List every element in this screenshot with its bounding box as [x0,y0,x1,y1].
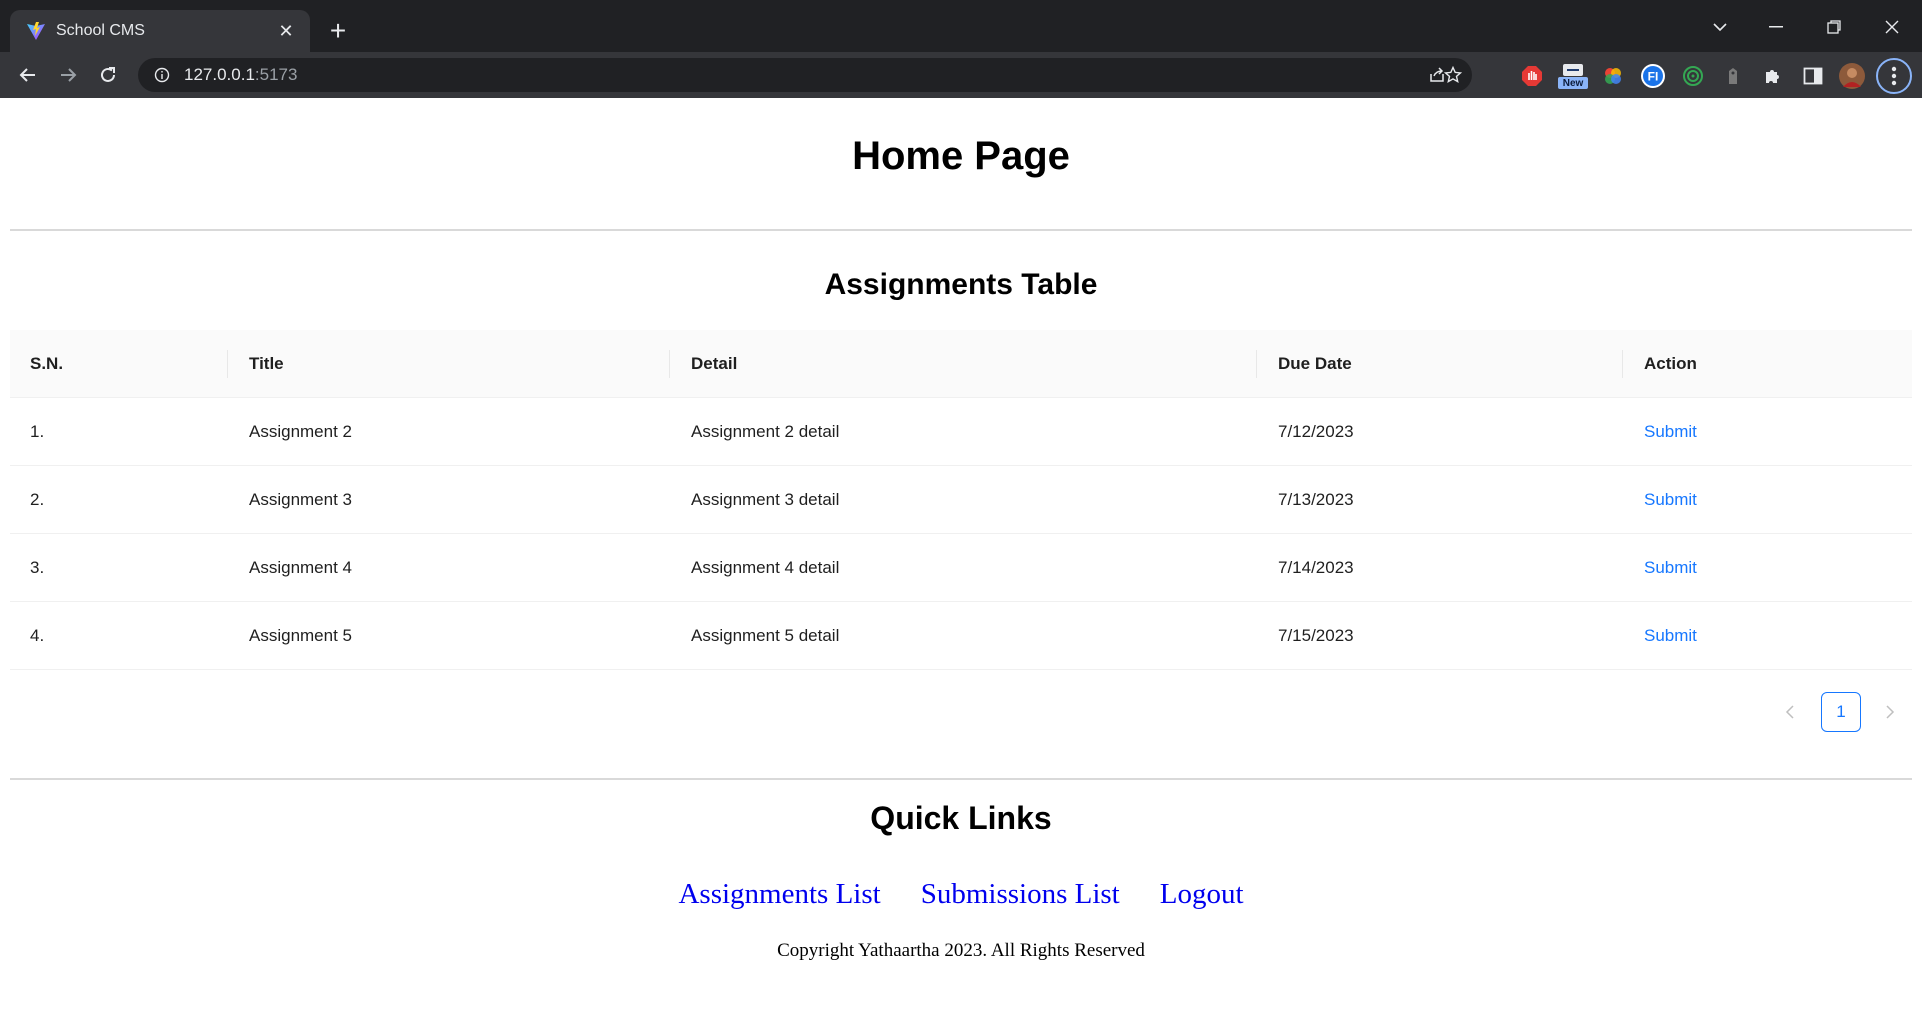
fi-extension-icon[interactable]: FI [1640,63,1666,89]
cell-sn: 1. [30,422,45,441]
cell-detail: Assignment 5 detail [691,626,840,645]
cell-detail: Assignment 3 detail [691,490,840,509]
restore-icon[interactable] [1814,12,1854,42]
page-number-button[interactable]: 1 [1821,692,1861,732]
target-extension-icon[interactable] [1680,63,1706,89]
logout-link[interactable]: Logout [1160,878,1244,911]
column-separator [1622,350,1623,378]
adblock-hand-icon[interactable] [1519,63,1545,89]
column-header-due-date[interactable]: Due Date [1278,330,1352,398]
table-row: 1. Assignment 2 Assignment 2 detail 7/12… [10,398,1912,466]
tab-search-chevron-icon[interactable] [1700,12,1740,42]
new-badge: New [1562,78,1584,89]
submit-link[interactable]: Submit [1644,398,1697,466]
tag-extension-icon[interactable] [1720,63,1746,89]
tab-title: School CMS [56,22,145,39]
color-picker-icon[interactable] [1600,63,1626,89]
submit-link[interactable]: Submit [1644,602,1697,670]
address-bar[interactable]: 127.0.0.1:5173 [138,58,1472,92]
minimize-icon[interactable] [1756,12,1796,42]
bookmark-star-icon[interactable] [1438,58,1468,92]
page-title: Home Page [852,134,1070,178]
vite-favicon-icon [26,21,46,41]
table-row: 2. Assignment 3 Assignment 3 detail 7/13… [10,466,1912,534]
table-row: 4. Assignment 5 Assignment 5 detail 7/15… [10,602,1912,670]
cell-sn: 4. [30,626,45,645]
submit-link[interactable]: Submit [1644,534,1697,602]
assignments-list-link[interactable]: Assignments List [678,878,880,911]
site-info-icon[interactable] [152,65,172,85]
extensions-puzzle-icon[interactable] [1760,63,1786,89]
column-separator [1256,350,1257,378]
profile-avatar[interactable] [1839,63,1865,89]
assignments-table: S.N. Title Detail Due Date Action 1. Ass… [10,330,1912,670]
assignments-heading: Assignments Table [824,268,1098,301]
submissions-list-link[interactable]: Submissions List [921,878,1120,911]
divider [10,229,1912,231]
page-viewport: Home Page Assignments Table S.N. Title D… [0,98,1922,1030]
column-separator [227,350,228,378]
back-arrow-icon[interactable] [12,59,44,91]
cell-title: Assignment 2 [249,422,352,441]
url-host: 127.0.0.1 [184,65,255,84]
table-row: 3. Assignment 4 Assignment 4 detail 7/14… [10,534,1912,602]
chrome-menu-icon[interactable] [1876,58,1912,94]
column-header-action[interactable]: Action [1644,330,1697,398]
browser-tab[interactable]: School CMS ✕ [10,10,310,52]
browser-toolbar: 127.0.0.1:5173 New FI [0,52,1922,98]
cell-title: Assignment 5 [249,626,352,645]
side-panel-icon[interactable] [1800,63,1826,89]
close-window-icon[interactable] [1872,12,1912,42]
column-header-title[interactable]: Title [249,330,284,398]
svg-text:FI: FI [1648,70,1659,84]
new-extension-icon[interactable]: New [1558,63,1588,89]
reload-icon[interactable] [92,59,124,91]
url-port: :5173 [254,65,298,84]
copyright-footer: Copyright Yathaartha 2023. All Rights Re… [777,940,1145,961]
new-tab-plus-icon[interactable]: + [322,16,354,48]
quick-links-nav: Assignments List Submissions List Logout [0,878,1922,911]
divider [10,778,1912,780]
cell-due-date: 7/14/2023 [1278,558,1354,577]
cell-sn: 3. [30,558,45,577]
cell-due-date: 7/13/2023 [1278,490,1354,509]
submit-link[interactable]: Submit [1644,466,1697,534]
cell-sn: 2. [30,490,45,509]
column-header-sn[interactable]: S.N. [30,330,63,398]
cell-due-date: 7/12/2023 [1278,422,1354,441]
forward-arrow-icon[interactable] [52,59,84,91]
cell-detail: Assignment 4 detail [691,558,840,577]
tab-close-icon[interactable]: ✕ [274,21,298,42]
cell-title: Assignment 4 [249,558,352,577]
column-separator [669,350,670,378]
prev-page-chevron-icon[interactable] [1774,696,1806,728]
column-header-detail[interactable]: Detail [691,330,737,398]
quick-links-heading: Quick Links [870,800,1052,836]
cell-due-date: 7/15/2023 [1278,626,1354,645]
cell-detail: Assignment 2 detail [691,422,840,441]
next-page-chevron-icon[interactable] [1874,696,1906,728]
browser-titlebar: School CMS ✕ + [0,0,1922,52]
table-header: S.N. Title Detail Due Date Action [10,330,1912,398]
cell-title: Assignment 3 [249,490,352,509]
